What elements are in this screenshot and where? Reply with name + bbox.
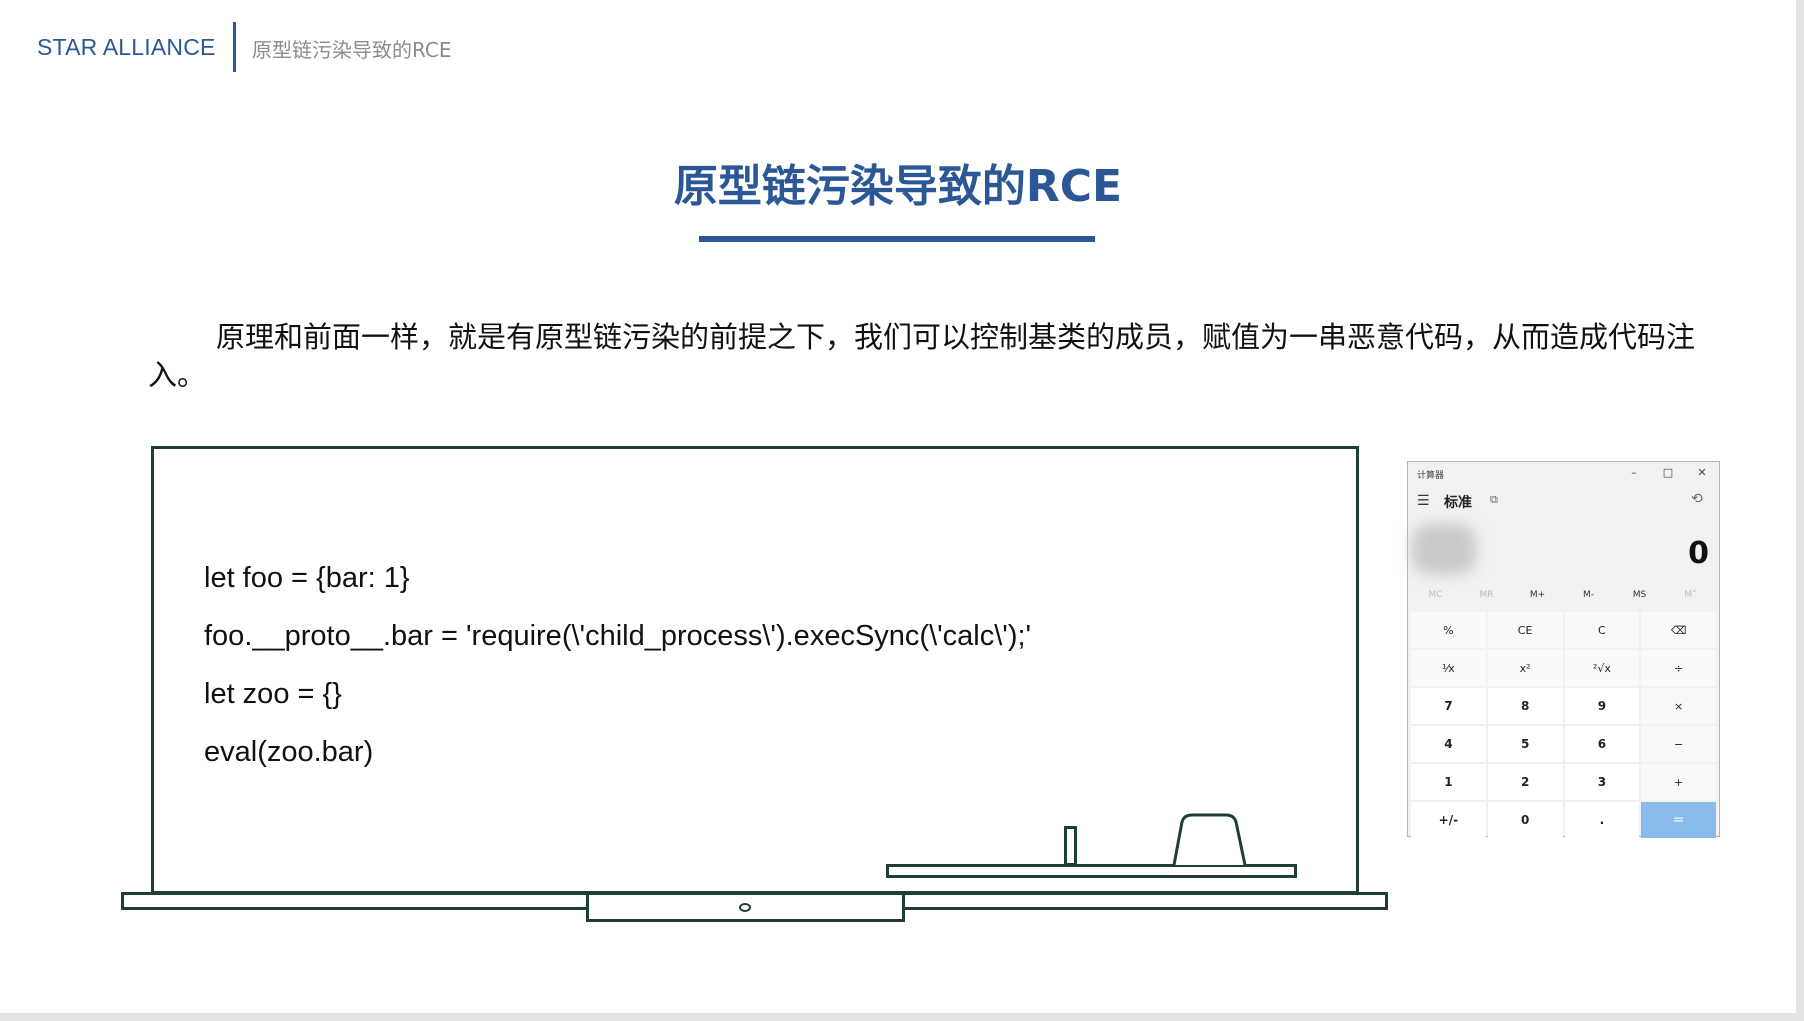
equals-key[interactable]: = (1641, 802, 1716, 838)
maximize-icon[interactable]: □ (1659, 466, 1677, 479)
memory-button-m[interactable]: M˅ (1665, 590, 1716, 600)
digit-0-key[interactable]: 0 (1487, 802, 1563, 838)
divide-key[interactable]: ÷ (1641, 650, 1716, 686)
calculator-title: 计算器 (1417, 471, 1445, 481)
calculator-mode: 标准 (1444, 495, 1472, 511)
digit-1-key[interactable]: 1 (1411, 764, 1486, 800)
minus-key[interactable]: − (1641, 726, 1716, 762)
eraser-icon (1172, 813, 1247, 866)
memory-row: MC MR M+ M- MS M˅ (1408, 590, 1719, 604)
close-icon[interactable]: ✕ (1693, 466, 1711, 479)
code-line-4: eval(zoo.bar) (204, 736, 374, 768)
header-divider (233, 22, 236, 72)
digit-8-key[interactable]: 8 (1487, 688, 1563, 724)
minimize-icon[interactable]: – (1625, 466, 1643, 479)
hamburger-menu-icon[interactable]: ☰ (1417, 493, 1430, 509)
header-section-title: 原型链污染导致的RCE (252, 38, 452, 62)
keep-on-top-icon[interactable]: ⧉ (1490, 493, 1498, 507)
code-line-3: let zoo = {} (204, 678, 342, 710)
digit-5-key[interactable]: 5 (1487, 726, 1563, 762)
window-edge-right (1796, 0, 1804, 1021)
clear-entry-key[interactable]: CE (1487, 612, 1563, 648)
memory-button-mplus[interactable]: M+ (1512, 590, 1563, 600)
calculator-keypad: % CE C ⌫ ⅟x x² ²√x ÷ 7 8 9 × 4 5 6− 1 2 3 + +/- 0. = (1411, 612, 1716, 838)
drawer-knob-icon (739, 903, 751, 912)
title-underline (699, 236, 1095, 242)
calculator-display: 0 (1688, 536, 1709, 571)
plus-key[interactable]: + (1641, 764, 1716, 800)
chalk-icon (1064, 826, 1077, 866)
calculator-window: 计算器 – □ ✕ ☰ 标准 ⧉ ⟲ 0 MC MR M+ M- MS M˅ % CE C ⌫ ⅟… (1407, 461, 1720, 838)
digit-3-key[interactable]: 3 (1564, 764, 1640, 800)
slide: STAR ALLIANCE 原型链污染导致的RCE 原型链污染导致的RCE 原理… (0, 0, 1796, 1013)
sqrt-key[interactable]: ²√x (1564, 650, 1640, 686)
digit-4-key[interactable]: 4 (1411, 726, 1486, 762)
memory-button-mminus[interactable]: M- (1563, 590, 1614, 600)
digit-2-key[interactable]: 2 (1487, 764, 1563, 800)
digit-9-key[interactable]: 9 (1564, 688, 1640, 724)
multiply-key[interactable]: × (1641, 688, 1716, 724)
history-icon[interactable]: ⟲ (1691, 491, 1703, 507)
memory-button-mr[interactable]: MR (1461, 590, 1512, 600)
clear-key[interactable]: C (1564, 612, 1640, 648)
code-line-1: let foo = {bar: 1} (204, 562, 410, 594)
window-edge-bottom (0, 1013, 1804, 1021)
decimal-key[interactable]: . (1564, 802, 1640, 838)
digit-6-key[interactable]: 6 (1564, 726, 1640, 762)
slide-title: 原型链污染导致的RCE (673, 161, 1123, 212)
brand-logo-text: STAR ALLIANCE (37, 34, 216, 60)
digit-7-key[interactable]: 7 (1411, 688, 1486, 724)
calculator-titlebar: 计算器 – □ ✕ (1408, 462, 1719, 484)
percent-key[interactable]: % (1411, 612, 1486, 648)
memory-button-ms[interactable]: MS (1614, 590, 1665, 600)
code-line-2: foo.__proto__.bar = 'require(\'child_pro… (204, 620, 1032, 652)
backspace-key[interactable]: ⌫ (1641, 612, 1716, 648)
negate-key[interactable]: +/- (1411, 802, 1486, 838)
memory-button-mc[interactable]: MC (1410, 590, 1461, 600)
blurred-expression (1412, 524, 1476, 574)
reciprocal-key[interactable]: ⅟x (1411, 650, 1486, 686)
slide-paragraph: 原理和前面一样，就是有原型链污染的前提之下，我们可以控制基类的成员，赋值为一串恶… (148, 320, 1696, 392)
square-key[interactable]: x² (1487, 650, 1563, 686)
